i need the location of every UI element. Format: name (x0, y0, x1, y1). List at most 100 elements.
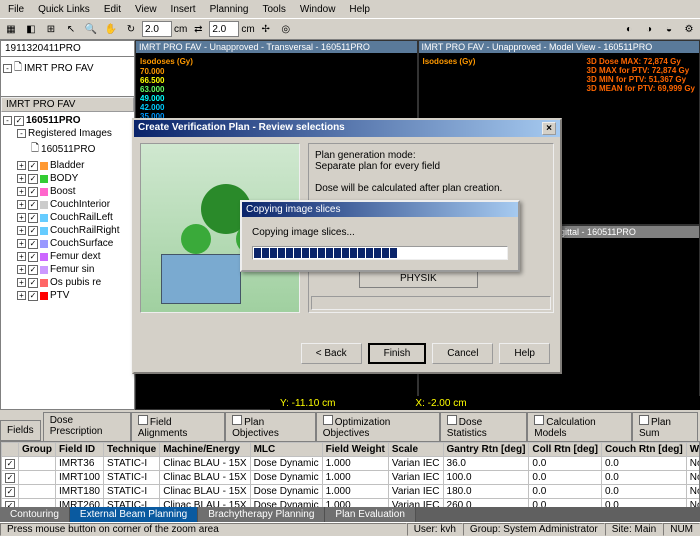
visibility-checkbox[interactable]: ✓ (28, 200, 38, 210)
structure-node[interactable]: Boost (50, 186, 76, 197)
menu-quick-links[interactable]: Quick Links (32, 2, 96, 17)
table-row[interactable]: ✓IMRT180STATIC-IClinac BLAU - 15XDose Dy… (2, 485, 700, 499)
visibility-checkbox[interactable]: ✓ (28, 174, 38, 184)
fields-tab[interactable]: Field Alignments (131, 412, 225, 441)
table-row[interactable]: ✓IMRT36STATIC-IClinac BLAU - 15XDose Dyn… (2, 457, 700, 471)
fields-tab[interactable]: Optimization Objectives (316, 412, 440, 441)
menu-edit[interactable]: Edit (98, 2, 127, 17)
structure-node[interactable]: Bladder (50, 160, 84, 171)
expand-icon[interactable]: - (17, 129, 26, 138)
visibility-checkbox[interactable]: ✓ (28, 213, 38, 223)
expand-icon[interactable]: - (3, 116, 12, 125)
expand-icon[interactable]: - (3, 64, 12, 73)
finish-button[interactable]: Finish (368, 343, 427, 364)
expand-icon[interactable]: + (17, 174, 26, 183)
pan-icon[interactable]: ✋ (102, 20, 120, 38)
menu-view[interactable]: View (129, 2, 163, 17)
tool-icon-2[interactable]: ◧ (22, 20, 40, 38)
visibility-checkbox[interactable]: ✓ (28, 291, 38, 301)
spacing-y-input[interactable] (209, 21, 239, 37)
row-checkbox[interactable]: ✓ (5, 473, 15, 483)
tool-b-icon[interactable]: ◑ (640, 20, 658, 38)
expand-icon[interactable]: + (17, 291, 26, 300)
visibility-checkbox[interactable]: ✓ (28, 278, 38, 288)
plan-node[interactable]: IMRT PRO FAV (24, 63, 93, 74)
structure-node[interactable]: CouchRailLeft (50, 212, 113, 223)
visibility-checkbox[interactable]: ✓ (14, 116, 24, 126)
visibility-checkbox[interactable]: ✓ (28, 226, 38, 236)
tool-icon-1[interactable]: ▦ (2, 20, 20, 38)
tool-c-icon[interactable]: ◒ (660, 20, 678, 38)
menu-help[interactable]: Help (343, 2, 376, 17)
col-header[interactable]: Couch Rtn [deg] (601, 443, 686, 457)
expand-icon[interactable]: + (17, 252, 26, 261)
menu-window[interactable]: Window (294, 2, 342, 17)
structure-node[interactable]: CouchRailRight (50, 225, 119, 236)
fields-tab[interactable]: Plan Objectives (225, 412, 316, 441)
gear-icon[interactable]: ⚙ (680, 20, 698, 38)
structure-node[interactable]: Femur dext (50, 251, 101, 262)
crosshair-icon[interactable]: ✢ (257, 20, 275, 38)
cancel-button[interactable]: Cancel (432, 343, 493, 364)
col-header[interactable]: Scale (388, 443, 443, 457)
expand-icon[interactable]: + (17, 265, 26, 274)
menu-file[interactable]: File (2, 2, 30, 17)
table-row[interactable]: ✓IMRT100STATIC-IClinac BLAU - 15XDose Dy… (2, 471, 700, 485)
fields-grid[interactable]: GroupField IDTechniqueMachine/EnergyMLCF… (0, 441, 700, 513)
expand-icon[interactable]: + (17, 187, 26, 196)
structure-node[interactable]: Femur sin (50, 264, 94, 275)
col-header[interactable]: Technique (103, 443, 159, 457)
structure-tree[interactable]: -✓160511PRO -Registered Images 🗋160511PR… (1, 112, 134, 409)
spacing-x-input[interactable] (142, 21, 172, 37)
link-icon[interactable]: ⇄ (189, 20, 207, 38)
pointer-icon[interactable]: ↖ (62, 20, 80, 38)
upper-tree[interactable]: -🗋IMRT PRO FAV (1, 57, 134, 97)
row-checkbox[interactable]: ✓ (5, 487, 15, 497)
expand-icon[interactable]: + (17, 161, 26, 170)
workspace-tab[interactable]: External Beam Planning (70, 507, 198, 522)
visibility-checkbox[interactable]: ✓ (28, 187, 38, 197)
rotate-icon[interactable]: ↻ (122, 20, 140, 38)
tool-icon-3[interactable]: ⊞ (42, 20, 60, 38)
fields-tab[interactable]: Calculation Models (527, 412, 632, 441)
structure-node[interactable]: CouchInterior (50, 199, 110, 210)
menu-tools[interactable]: Tools (256, 2, 291, 17)
visibility-checkbox[interactable]: ✓ (28, 265, 38, 275)
help-button[interactable]: Help (499, 343, 550, 364)
expand-icon[interactable]: + (17, 213, 26, 222)
structure-node[interactable]: Os pubis re (50, 277, 101, 288)
col-header[interactable]: Field Weight (322, 443, 388, 457)
col-header[interactable]: Machine/Energy (160, 443, 250, 457)
expand-icon[interactable]: + (17, 200, 26, 209)
patient-node[interactable]: 160511PRO (26, 115, 81, 126)
col-header[interactable]: Gantry Rtn [deg] (443, 443, 529, 457)
col-header[interactable]: Wedge (686, 443, 700, 457)
h-scrollbar[interactable] (311, 296, 551, 310)
expand-icon[interactable]: + (17, 239, 26, 248)
visibility-checkbox[interactable]: ✓ (28, 239, 38, 249)
workspace-tab[interactable]: Brachytherapy Planning (198, 507, 325, 522)
col-header[interactable]: Field ID (56, 443, 104, 457)
row-checkbox[interactable]: ✓ (5, 459, 15, 469)
zoom-icon[interactable]: 🔍 (82, 20, 100, 38)
structure-node[interactable]: PTV (50, 290, 69, 301)
visibility-checkbox[interactable]: ✓ (28, 252, 38, 262)
col-header[interactable]: Group (19, 443, 56, 457)
col-header[interactable]: MLC (250, 443, 322, 457)
expand-icon[interactable]: + (17, 226, 26, 235)
close-icon[interactable]: × (542, 122, 556, 135)
visibility-checkbox[interactable]: ✓ (28, 161, 38, 171)
fields-tab[interactable]: Dose Statistics (440, 412, 527, 441)
structure-node[interactable]: CouchSurface (50, 238, 113, 249)
fields-tab[interactable]: Plan Sum (632, 412, 698, 441)
workspace-tab[interactable]: Contouring (0, 507, 70, 522)
target-icon[interactable]: ◎ (277, 20, 295, 38)
structure-node[interactable]: BODY (50, 173, 78, 184)
menu-insert[interactable]: Insert (165, 2, 202, 17)
menu-planning[interactable]: Planning (204, 2, 255, 17)
tool-a-icon[interactable]: ◐ (620, 20, 638, 38)
image-node[interactable]: 160511PRO (41, 144, 95, 155)
back-button[interactable]: < Back (301, 343, 362, 364)
col-header[interactable]: Coll Rtn [deg] (529, 443, 602, 457)
workspace-tab[interactable]: Plan Evaluation (325, 507, 416, 522)
